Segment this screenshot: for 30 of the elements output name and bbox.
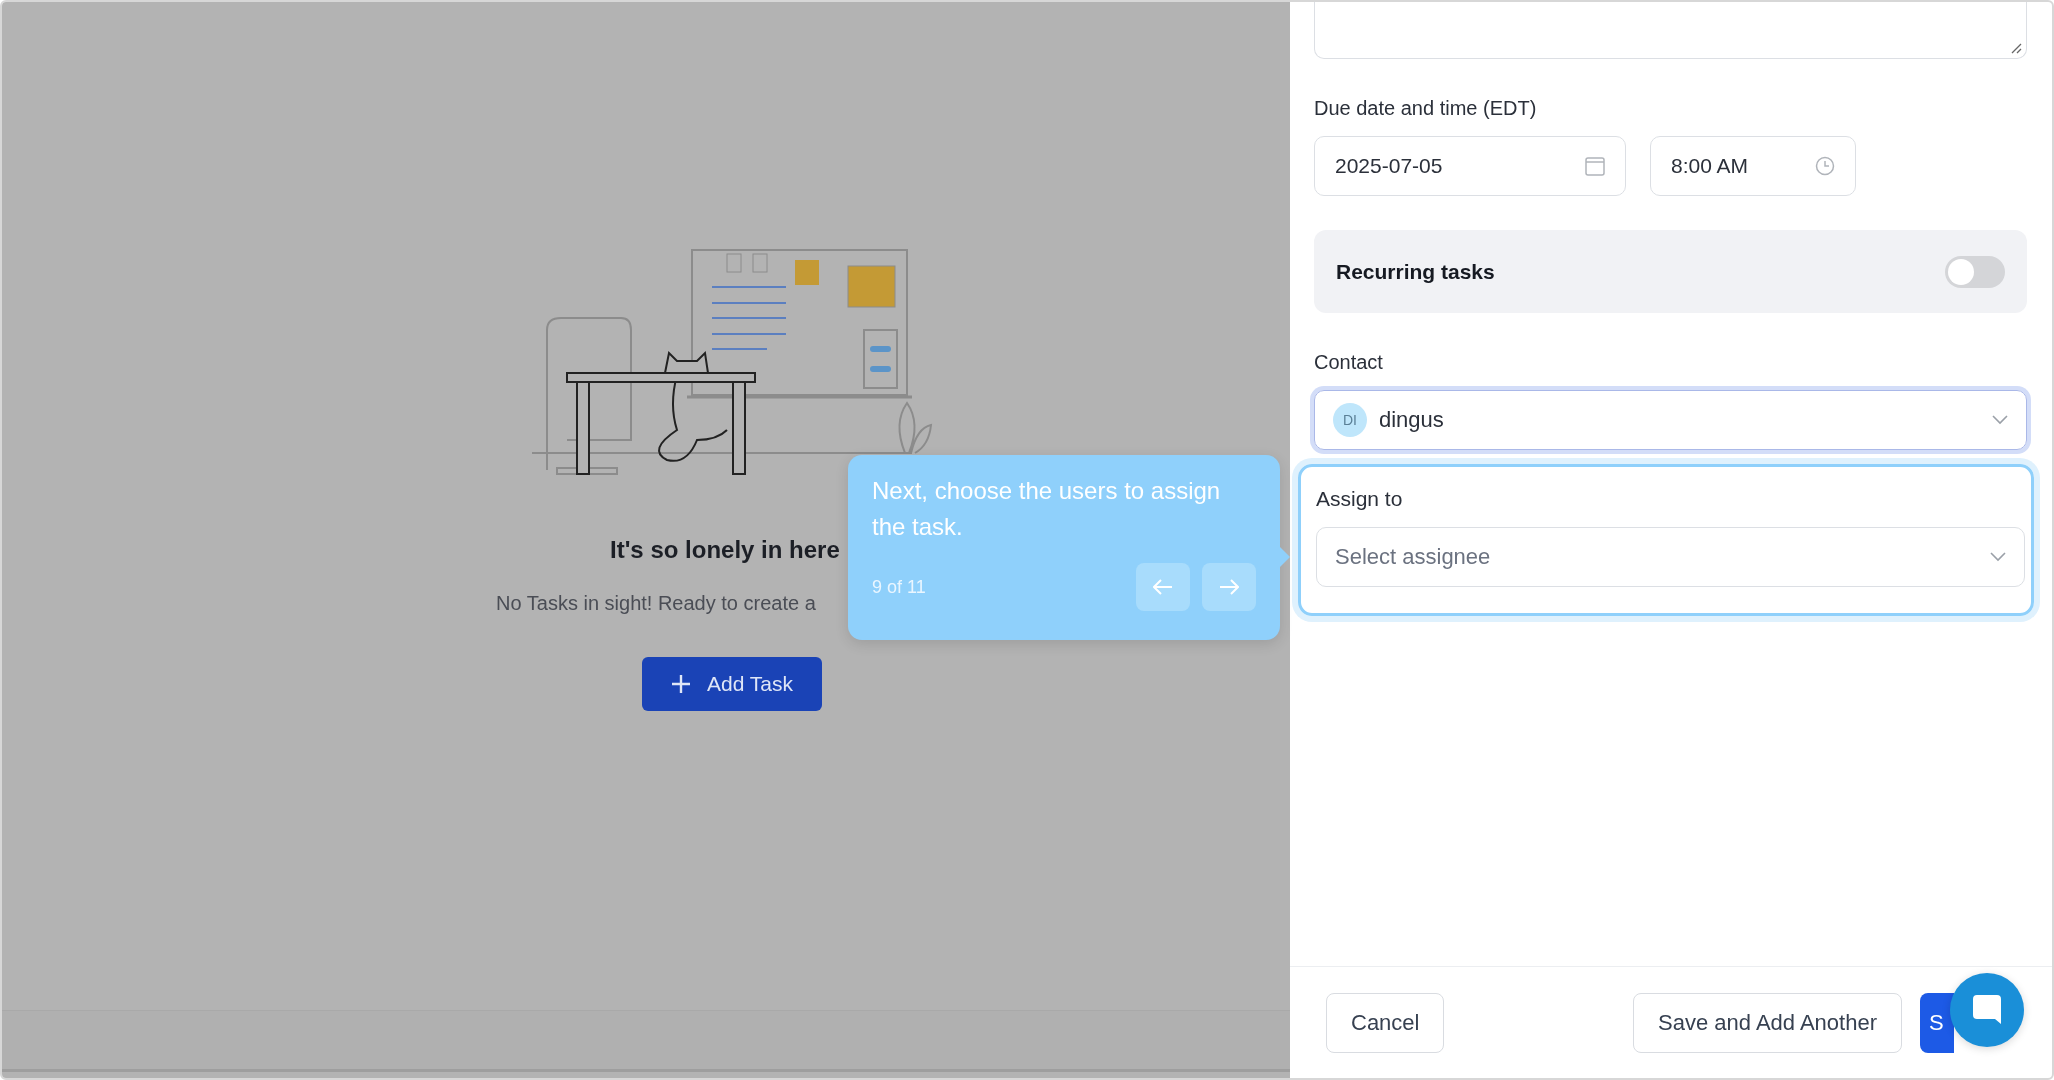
save-button[interactable]: S xyxy=(1920,992,1954,1053)
plus-icon xyxy=(671,674,691,694)
description-field[interactable] xyxy=(1314,2,2027,59)
chat-button[interactable] xyxy=(1950,973,2024,1047)
footer-button[interactable]: Cancel xyxy=(1326,992,1445,1053)
assign-label: Assign to xyxy=(1316,487,1404,511)
date-field[interactable]: 2025-07-05 xyxy=(1314,136,1626,196)
tooltip-message: Next, choose the users to assign the task. xyxy=(872,476,1222,542)
empty-state-message: No Tasks in sight! Ready to create a xyxy=(496,592,817,615)
chevron-down-icon xyxy=(1992,415,2008,425)
chevron-down-icon xyxy=(1990,552,2006,562)
step-counter: 9 of 11 xyxy=(872,576,926,598)
next-button[interactable] xyxy=(1202,563,1256,611)
clock-icon xyxy=(1815,156,1835,176)
due-date-label: Due date and time (EDT) xyxy=(1314,97,1538,120)
recurring-label: Recurring tasks xyxy=(1336,259,1495,284)
recurring-toggle[interactable] xyxy=(1945,255,2005,288)
assignee-select[interactable]: Select assignee xyxy=(1316,527,2025,587)
contact-avatar: DI xyxy=(1333,403,1367,437)
contact-label: Contact xyxy=(1314,351,1384,374)
previous-button[interactable] xyxy=(1136,563,1190,611)
resize-handle-icon[interactable] xyxy=(2010,42,2022,54)
chat-bubble-icon xyxy=(1972,994,2002,1026)
footer-button[interactable]: Save and Add Another xyxy=(1633,992,1902,1053)
arrow-right-icon xyxy=(1219,579,1239,595)
calendar-icon xyxy=(1585,156,1605,176)
time-field[interactable]: 8:00 AM xyxy=(1650,136,1856,196)
add-task-button[interactable]: Add Task xyxy=(642,657,822,711)
arrow-left-icon xyxy=(1153,579,1173,595)
empty-state-title: It's so lonely in here xyxy=(610,536,841,564)
